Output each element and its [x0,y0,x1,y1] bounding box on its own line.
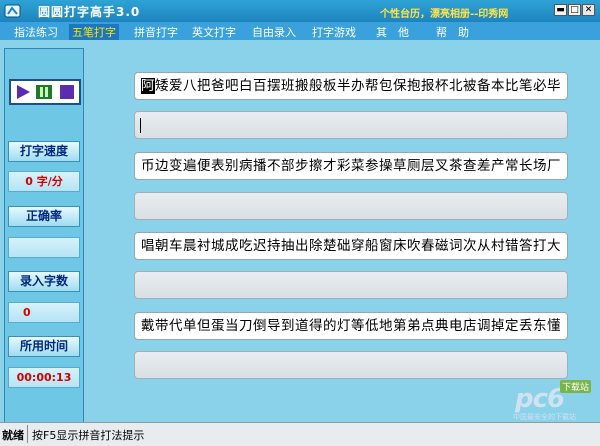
menu-item-english[interactable]: 英文打字 [192,24,236,40]
sample-text-line-1: 阿矮爱八把爸吧白百摆班搬般板半办帮包保抱报杯北被备本比笔必毕 [134,72,568,100]
watermark-badge: 下载站 [560,380,592,393]
ad-slogan-link[interactable]: 个性台历，漂亮相册--印秀网 [380,5,508,20]
sample-text-line-3: 唱朝车晨衬城成吃迟持抽出除楚础穿船窗床吹春磁词次从村错答打大 [134,232,568,260]
time-used-value: 00:00:13 [8,367,80,388]
current-char-highlight: 阿 [141,78,155,94]
play-icon[interactable] [15,84,31,104]
watermark-subtitle: 中国最安全的下载站 [513,413,576,421]
menu-item-finger-practice[interactable]: 指法练习 [14,24,58,40]
status-hint-text: 按F5显示拼音打法提示 [32,429,145,442]
accuracy-value [8,237,80,258]
pc6-watermark: pc6 下载站 中国最安全的下载站 [505,380,600,422]
close-button[interactable]: ✕ [582,4,595,16]
menu-item-free-input[interactable]: 自由录入 [252,24,296,40]
typing-speed-label: 打字速度 [8,141,80,162]
stats-panel: 打字速度 0 字/分 正确率 录入字数 0 所用时间 00:00:13 [4,48,84,424]
typing-speed-value: 0 字/分 [8,171,80,192]
typing-area: 阿矮爱八把爸吧白百摆班搬般板半办帮包保抱报杯北被备本比笔必毕 币边变遍便表别病播… [124,54,574,394]
playback-controls [9,79,81,105]
main-area: 打字速度 0 字/分 正确率 录入字数 0 所用时间 00:00:13 阿矮爱八… [0,40,600,424]
char-count-label: 录入字数 [8,271,80,292]
minimize-button[interactable]: ▬ [554,4,567,16]
window-title: 圆圆打字高手3.0 [38,5,141,19]
typing-app-window: 圆圆打字高手3.0 个性台历，漂亮相册--印秀网 ▬ □ ✕ 指法练习 五笔打字… [0,0,600,446]
typing-input-line-1[interactable] [134,111,568,139]
typing-input-line-2[interactable] [134,192,568,220]
text-caret [140,118,141,133]
sample-text: 朝车晨衬城成吃迟持抽出除楚础穿船窗床吹春磁词次从村错答打大 [155,238,561,254]
status-ready-label: 就绪 [2,429,24,442]
first-char: 戴 [141,318,155,334]
menu-item-pinyin[interactable]: 拼音打字 [134,24,178,40]
typing-input-line-4[interactable] [134,351,568,379]
sample-text-line-4: 戴带代单但蛋当刀倒导到道得的灯等低地第弟点典电店调掉定丢东懂 [134,312,568,340]
first-char: 唱 [141,238,155,254]
watermark-logo-text: pc6 [515,384,565,414]
sample-text: 矮爱八把爸吧白百摆班搬般板半办帮包保抱报杯北被备本比笔必毕 [155,78,561,94]
app-logo-icon [4,4,21,18]
status-divider [27,425,28,443]
menu-item-other[interactable]: 其 他 [376,24,409,40]
menu-bar: 指法练习 五笔打字 拼音打字 英文打字 自由录入 打字游戏 其 他 帮 助 [0,22,600,41]
time-used-label: 所用时间 [8,336,80,357]
sample-text: 带代单但蛋当刀倒导到道得的灯等低地第弟点典电店调掉定丢东懂 [155,318,561,334]
title-bar: 圆圆打字高手3.0 个性台历，漂亮相册--印秀网 ▬ □ ✕ [0,0,600,22]
pause-icon[interactable] [35,84,53,104]
status-bar: 就绪 按F5显示拼音打法提示 [0,422,600,446]
first-char: 币 [141,158,155,174]
typing-input-line-3[interactable] [134,271,568,299]
menu-item-help[interactable]: 帮 助 [436,24,469,40]
stop-icon[interactable] [59,84,75,104]
maximize-button[interactable]: □ [568,4,581,16]
char-count-value: 0 [8,302,80,323]
menu-item-typing-game[interactable]: 打字游戏 [312,24,356,40]
sample-text-line-2: 币边变遍便表别病播不部步擦才彩菜参操草厕层叉茶查差产常长场厂 [134,152,568,180]
accuracy-label: 正确率 [8,206,80,227]
menu-item-wubi[interactable]: 五笔打字 [69,24,119,40]
sample-text: 边变遍便表别病播不部步擦才彩菜参操草厕层叉茶查差产常长场厂 [155,158,561,174]
